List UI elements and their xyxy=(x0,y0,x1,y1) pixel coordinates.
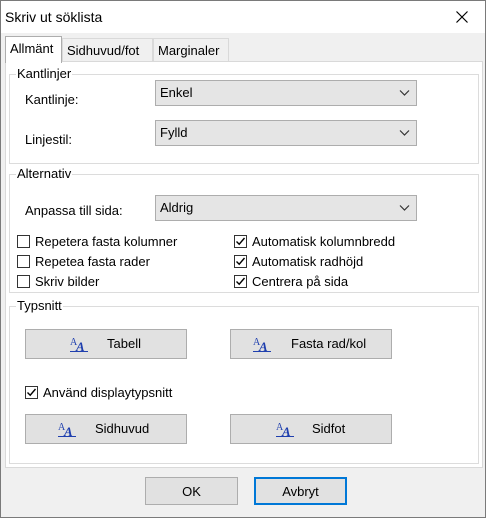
center-on-page-label: Centrera på sida xyxy=(252,273,349,289)
fit-to-page-label: Anpassa till sida: xyxy=(25,203,123,218)
border-select[interactable]: Enkel xyxy=(155,80,417,106)
checkbox-box xyxy=(234,234,247,248)
close-icon xyxy=(456,11,468,23)
checkbox-box xyxy=(17,274,30,288)
svg-text:A: A xyxy=(75,339,85,352)
checkbox-box xyxy=(17,254,30,268)
cancel-button[interactable]: Avbryt xyxy=(254,477,347,505)
line-style-select[interactable]: Fylld xyxy=(155,120,417,146)
tab-panel-general: Kantlinjer Kantlinje: Enkel Linjestil: F… xyxy=(5,61,483,468)
fonts-group: Typsnitt A A Tabell A A Fasta rad/kol An… xyxy=(9,298,479,464)
chevron-down-icon xyxy=(399,205,410,211)
svg-text:A: A xyxy=(63,424,73,437)
check-icon xyxy=(236,257,246,265)
border-label: Kantlinje: xyxy=(25,92,79,107)
tab-header-footer-label: Sidhuvud/fot xyxy=(67,43,140,58)
print-images-checkbox[interactable]: Skriv bilder xyxy=(17,273,99,289)
window-title: Skriv ut söklista xyxy=(5,9,103,25)
table-font-button[interactable]: A A Tabell xyxy=(25,329,187,359)
repeat-fixed-columns-label: Repetera fasta kolumner xyxy=(35,233,178,249)
borders-group-title: Kantlinjer xyxy=(16,66,73,81)
header-font-label: Sidhuvud xyxy=(95,421,150,436)
auto-row-height-label: Automatisk radhöjd xyxy=(252,253,364,269)
font-icon: A A xyxy=(58,422,76,437)
font-icon: A A xyxy=(253,337,271,352)
tab-margins[interactable]: Marginaler xyxy=(153,38,229,62)
footer-font-label: Sidfot xyxy=(312,421,346,436)
tab-general[interactable]: Allmänt xyxy=(5,36,62,63)
auto-column-width-checkbox[interactable]: Automatisk kolumnbredd xyxy=(234,233,395,249)
line-style-select-value: Fylld xyxy=(160,125,188,140)
check-icon xyxy=(236,277,246,285)
ok-button[interactable]: OK xyxy=(145,477,238,505)
fixed-rowcol-font-label: Fasta rad/kol xyxy=(291,336,367,351)
fixed-rowcol-font-button[interactable]: A A Fasta rad/kol xyxy=(230,329,392,359)
repeat-fixed-columns-checkbox[interactable]: Repetera fasta kolumner xyxy=(17,233,177,249)
print-dialog: Skriv ut söklista Allmänt Sidhuvud/fot M… xyxy=(0,0,486,518)
tab-general-label: Allmänt xyxy=(10,41,54,56)
chevron-down-icon xyxy=(399,130,410,136)
font-icon: A A xyxy=(276,422,294,437)
check-icon xyxy=(236,237,246,245)
auto-row-height-checkbox[interactable]: Automatisk radhöjd xyxy=(234,253,363,269)
font-icon: A A xyxy=(70,337,88,352)
print-images-label: Skriv bilder xyxy=(35,273,100,289)
close-button[interactable] xyxy=(439,1,485,33)
center-on-page-checkbox[interactable]: Centrera på sida xyxy=(234,273,348,289)
options-group: Alternativ Anpassa till sida: Aldrig Rep… xyxy=(9,166,479,293)
auto-column-width-label: Automatisk kolumnbredd xyxy=(252,233,396,249)
fonts-group-title: Typsnitt xyxy=(16,298,63,313)
ok-button-label: OK xyxy=(182,483,201,499)
checkbox-box xyxy=(234,274,247,288)
repeat-fixed-rows-checkbox[interactable]: Repetea fasta rader xyxy=(17,253,150,269)
fit-to-page-value: Aldrig xyxy=(160,200,194,215)
checkbox-box xyxy=(25,385,38,399)
checkbox-box xyxy=(234,254,247,268)
cancel-button-label: Avbryt xyxy=(282,483,319,499)
repeat-fixed-rows-label: Repetea fasta rader xyxy=(35,253,150,269)
check-icon xyxy=(27,388,37,396)
svg-text:A: A xyxy=(281,424,291,437)
use-display-font-label: Använd displaytypsnitt xyxy=(43,384,173,400)
table-font-label: Tabell xyxy=(107,336,141,351)
tab-margins-label: Marginaler xyxy=(158,43,220,58)
border-select-value: Enkel xyxy=(160,85,193,100)
options-group-title: Alternativ xyxy=(16,166,73,181)
header-font-button[interactable]: A A Sidhuvud xyxy=(25,414,187,444)
chevron-down-icon xyxy=(399,90,410,96)
fit-to-page-select[interactable]: Aldrig xyxy=(155,195,417,221)
title-bar: Skriv ut söklista xyxy=(1,1,485,33)
checkbox-box xyxy=(17,234,30,248)
tab-header-footer[interactable]: Sidhuvud/fot xyxy=(62,38,153,62)
borders-group: Kantlinjer Kantlinje: Enkel Linjestil: F… xyxy=(9,66,479,164)
use-display-font-checkbox[interactable]: Använd displaytypsnitt xyxy=(25,384,172,400)
svg-text:A: A xyxy=(258,339,268,352)
line-style-label: Linjestil: xyxy=(25,132,72,147)
footer-font-button[interactable]: A A Sidfot xyxy=(230,414,392,444)
